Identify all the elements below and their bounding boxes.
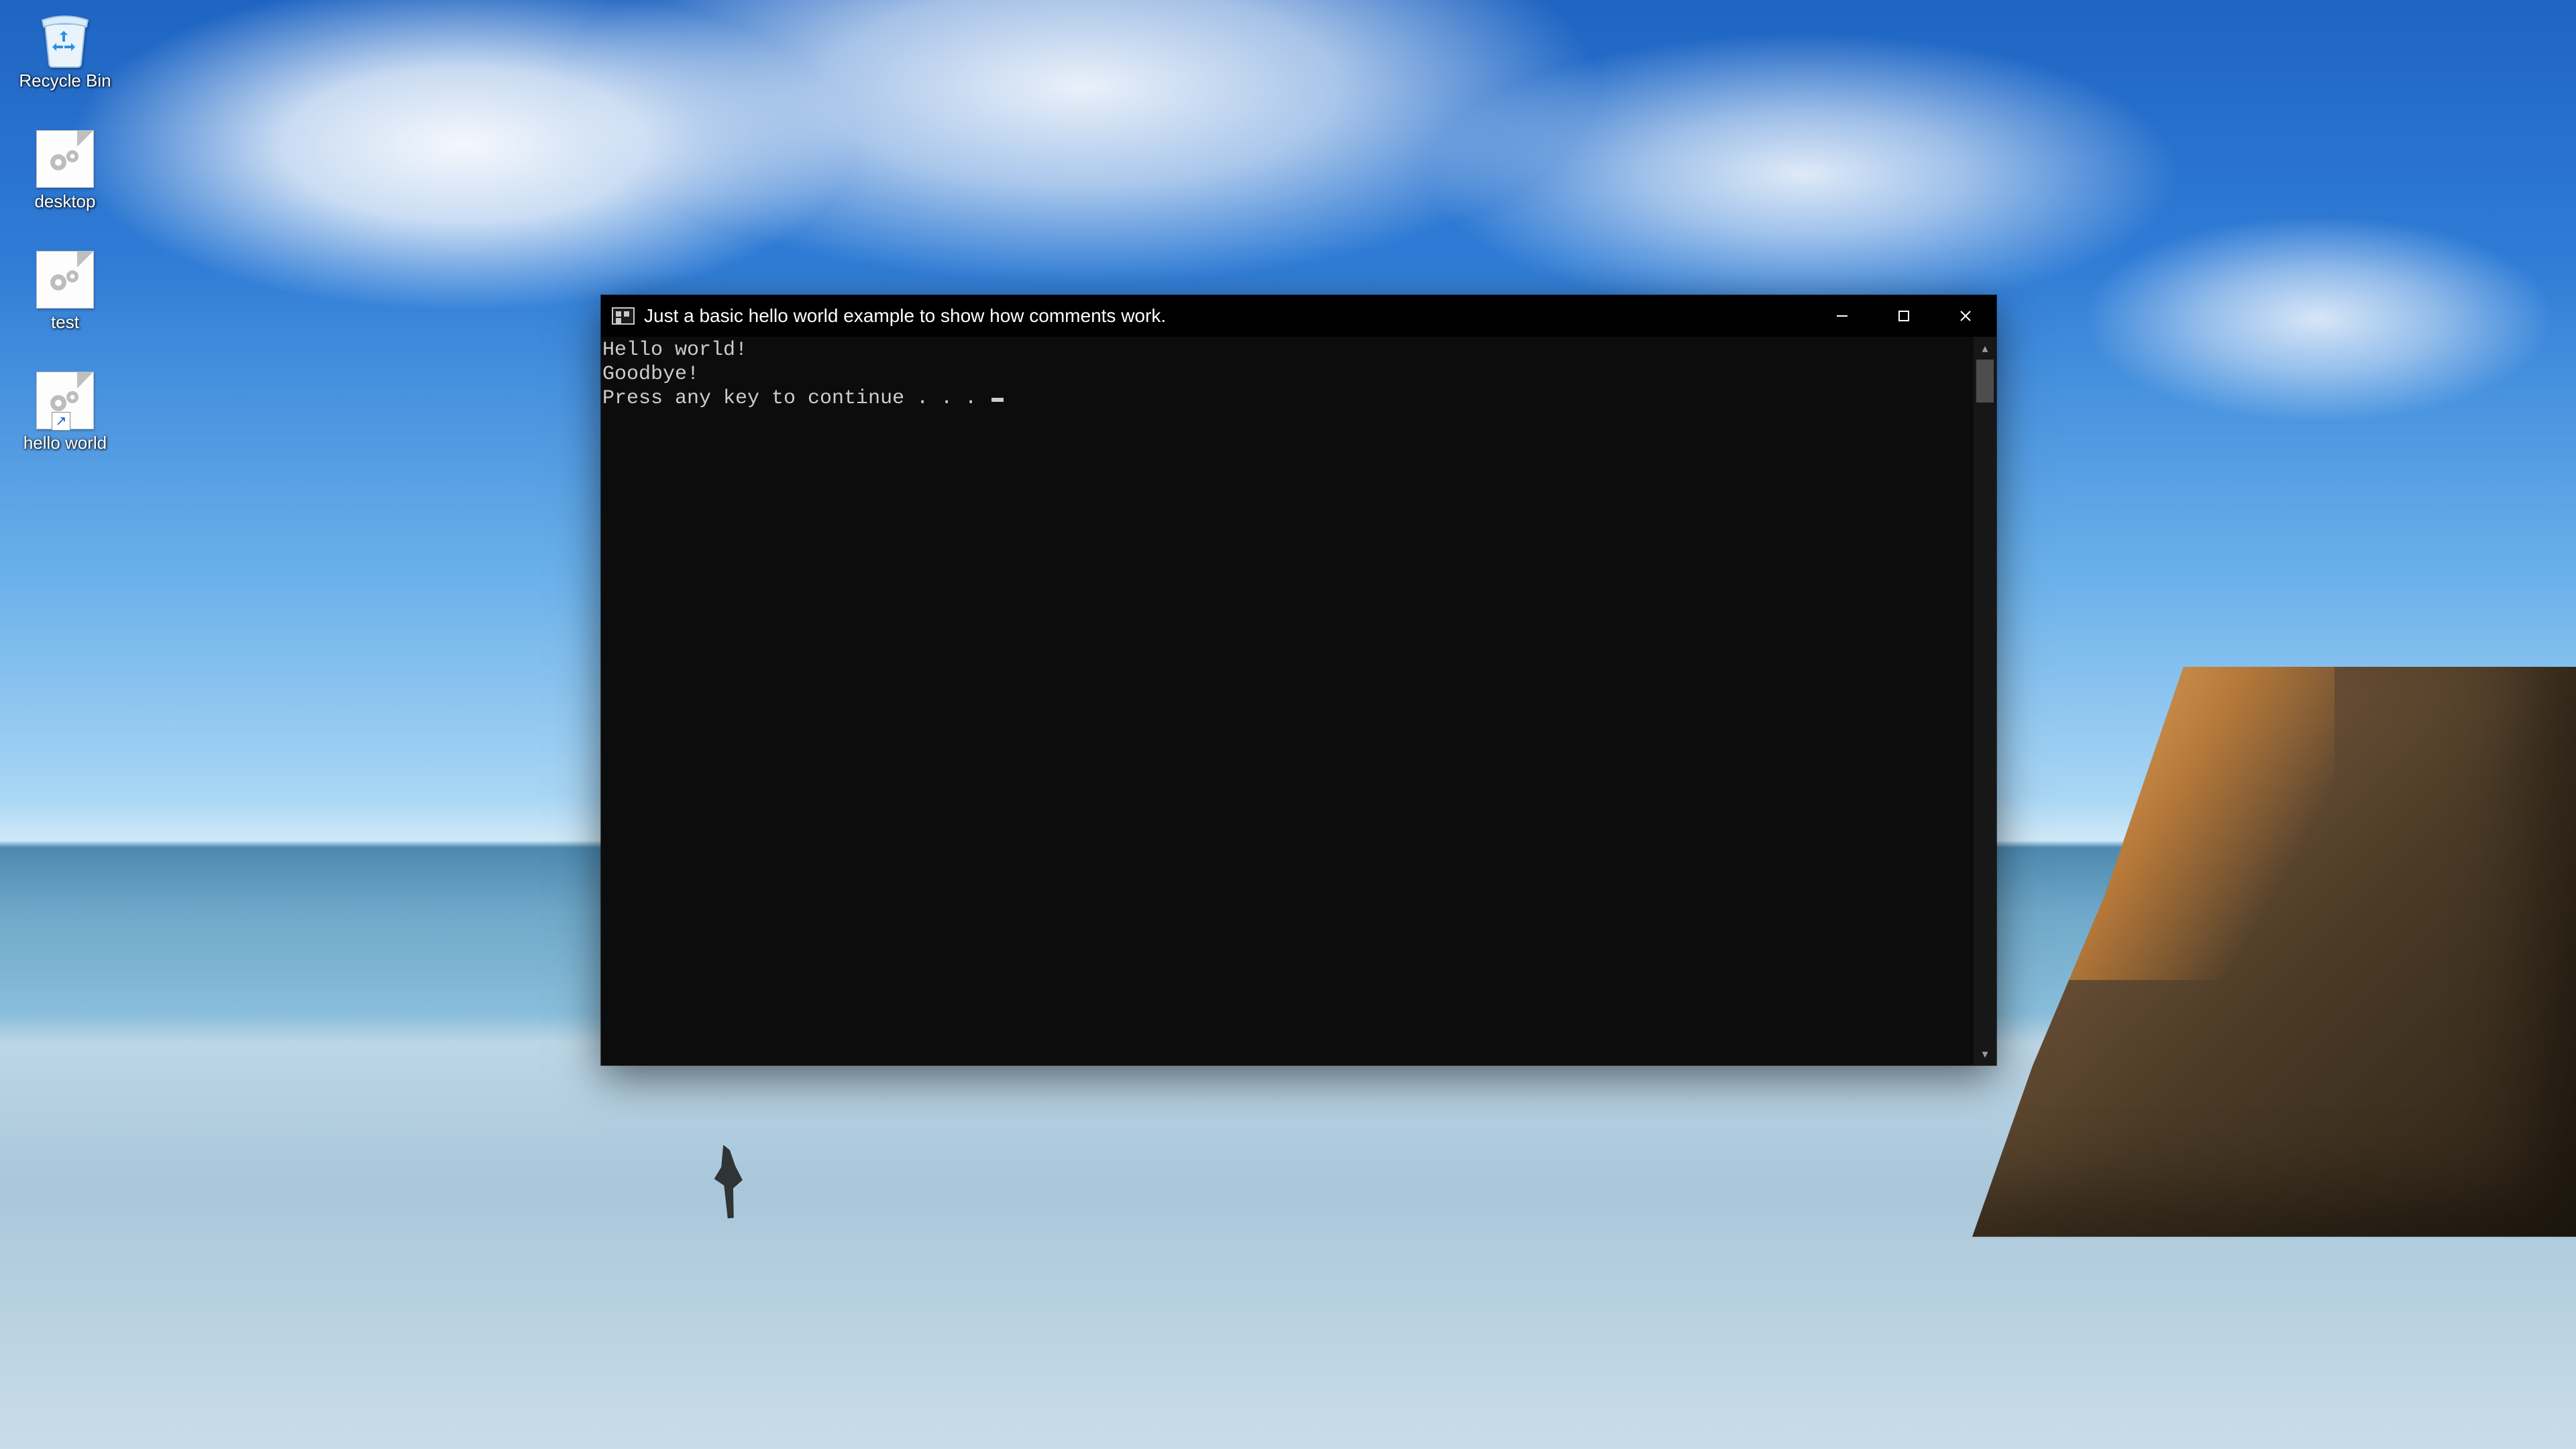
icon-label: desktop <box>34 192 95 212</box>
icon-label: Recycle Bin <box>19 71 111 91</box>
wallpaper-driftwood <box>705 1143 751 1220</box>
icon-label: hello world <box>23 433 107 453</box>
scroll-up-icon[interactable]: ▴ <box>1974 337 1996 360</box>
icon-label: test <box>51 313 79 333</box>
batch-file-icon: ↗ <box>32 370 99 431</box>
console-line: Hello world! <box>602 339 747 362</box>
desktop-icon-recycle-bin[interactable]: Recycle Bin <box>8 4 122 95</box>
close-button[interactable] <box>1935 295 1996 337</box>
console-line: Press any key to continue . . . <box>602 387 989 410</box>
vertical-scrollbar[interactable]: ▴ ▾ <box>1974 337 1996 1065</box>
batch-file-icon <box>32 250 99 310</box>
desktop-icon-desktop-bat[interactable]: desktop <box>8 125 122 216</box>
console-output[interactable]: Hello world! Goodbye! Press any key to c… <box>601 337 1974 1065</box>
cmd-icon <box>612 307 635 325</box>
console-window[interactable]: Just a basic hello world example to show… <box>601 295 1996 1065</box>
scroll-track[interactable] <box>1974 360 1996 1042</box>
shortcut-overlay-icon: ↗ <box>52 412 70 431</box>
window-title: Just a basic hello world example to show… <box>644 305 1166 327</box>
desktop-icons: Recycle Bin desktop <box>8 4 122 458</box>
text-cursor <box>991 398 1004 402</box>
desktop-icon-hello-world-bat[interactable]: ↗ hello world <box>8 366 122 458</box>
recycle-bin-icon <box>32 8 99 68</box>
minimize-button[interactable] <box>1811 295 1873 337</box>
desktop-icon-test-bat[interactable]: test <box>8 246 122 337</box>
desktop[interactable]: Recycle Bin desktop <box>0 0 2576 1449</box>
scroll-down-icon[interactable]: ▾ <box>1974 1042 1996 1065</box>
window-client-area: Hello world! Goodbye! Press any key to c… <box>601 337 1996 1065</box>
console-line: Goodbye! <box>602 363 699 386</box>
batch-file-icon <box>32 129 99 189</box>
scroll-thumb[interactable] <box>1976 360 1994 402</box>
wallpaper-cliff <box>1972 667 2576 1237</box>
maximize-button[interactable] <box>1873 295 1935 337</box>
titlebar[interactable]: Just a basic hello world example to show… <box>601 295 1996 337</box>
